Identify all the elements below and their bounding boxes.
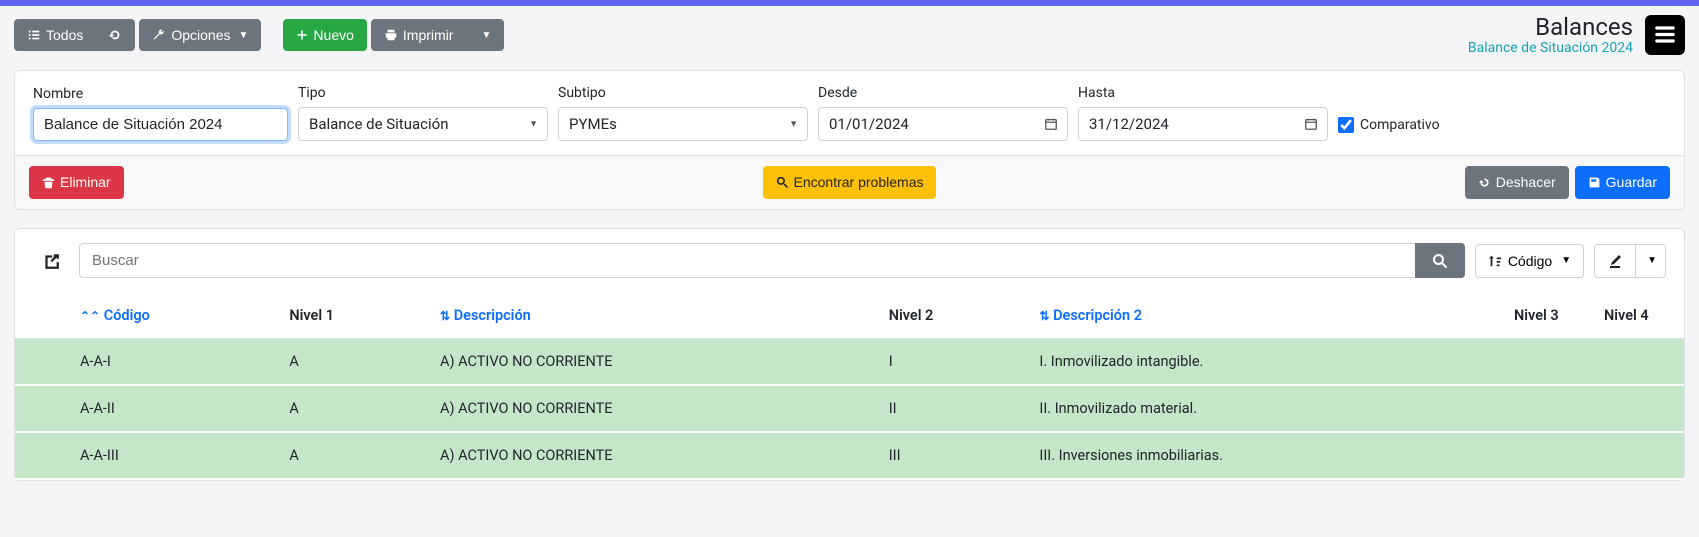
col-descripcion[interactable]: ⇅ Descripción — [430, 293, 879, 339]
opciones-button[interactable]: Opciones ▼ — [139, 19, 261, 51]
table-row[interactable]: A-A-I A A) ACTIVO NO CORRIENTE I I. Inmo… — [15, 338, 1684, 385]
sort-icon — [1488, 254, 1502, 268]
col-descripcion-label: Descripción — [454, 307, 531, 324]
chevron-down-icon: ▼ — [481, 29, 491, 42]
table-row[interactable]: A-A-III A A) ACTIVO NO CORRIENTE III III… — [15, 432, 1684, 479]
col-nivel4[interactable]: Nivel 4 — [1594, 293, 1684, 339]
desde-label: Desde — [818, 85, 1068, 101]
nombre-input[interactable] — [33, 108, 288, 141]
paint-icon — [1607, 253, 1623, 269]
undo-icon — [1478, 176, 1491, 189]
col-nivel3[interactable]: Nivel 3 — [1504, 293, 1594, 339]
cell-nivel2: II — [879, 385, 1030, 432]
refresh-icon — [108, 28, 122, 42]
save-icon — [1588, 176, 1601, 189]
imprimir-label: Imprimir — [403, 26, 454, 44]
cell-descripcion2: III. Inversiones inmobiliarias. — [1029, 432, 1504, 479]
cell-descripcion: A) ACTIVO NO CORRIENTE — [430, 338, 879, 385]
table-settings-button[interactable] — [1594, 244, 1636, 278]
eliminar-button[interactable]: Eliminar — [29, 166, 124, 198]
tipo-label: Tipo — [298, 85, 548, 101]
comparativo-checkbox[interactable] — [1338, 117, 1354, 133]
search-icon — [1432, 253, 1448, 269]
print-icon — [384, 28, 398, 42]
encontrar-problemas-button[interactable]: Encontrar problemas — [763, 166, 937, 198]
nuevo-button[interactable]: Nuevo — [283, 19, 366, 51]
sort-label: Código — [1508, 253, 1552, 269]
export-button[interactable] — [33, 243, 69, 279]
col-nivel2[interactable]: Nivel 2 — [879, 293, 1030, 339]
comparativo-label: Comparativo — [1360, 117, 1440, 133]
eliminar-label: Eliminar — [60, 173, 111, 191]
form-card: Nombre Tipo Balance de Situación Subtipo… — [14, 70, 1685, 209]
cell-codigo: A-A-I — [70, 338, 279, 385]
cell-nivel1: A — [279, 385, 430, 432]
wrench-icon — [152, 28, 166, 42]
plus-icon — [296, 29, 308, 41]
nombre-label: Nombre — [33, 86, 288, 102]
app-logo — [1645, 15, 1685, 55]
sort-button[interactable]: Código ▼ — [1475, 244, 1584, 278]
deshacer-button[interactable]: Deshacer — [1465, 166, 1569, 198]
sort-both-icon: ⇅ — [440, 309, 450, 323]
refresh-button[interactable] — [95, 19, 135, 51]
balance-icon — [1652, 22, 1678, 48]
export-icon — [42, 252, 60, 270]
tipo-select[interactable]: Balance de Situación — [298, 107, 548, 141]
hasta-label: Hasta — [1078, 85, 1328, 101]
search-icon — [776, 176, 789, 189]
data-table: ⌃⌃ Código Nivel 1 ⇅ Descripción Nivel 2 … — [15, 293, 1684, 480]
guardar-button[interactable]: Guardar — [1575, 166, 1670, 198]
chevron-down-icon: ▼ — [239, 29, 249, 42]
cell-codigo: A-A-III — [70, 432, 279, 479]
search-button[interactable] — [1415, 243, 1465, 278]
nuevo-label: Nuevo — [313, 26, 353, 44]
subtipo-label: Subtipo — [558, 85, 808, 101]
cell-descripcion2: I. Inmovilizado intangible. — [1029, 338, 1504, 385]
col-codigo[interactable]: ⌃⌃ Código — [70, 293, 279, 339]
cell-nivel1: A — [279, 338, 430, 385]
chevron-down-icon: ▼ — [1561, 255, 1571, 266]
todos-label: Todos — [46, 26, 83, 44]
list-icon — [27, 28, 41, 42]
main-toolbar: Todos Opciones ▼ Nuevo Imprimir ▼ Balanc… — [0, 6, 1699, 64]
subtipo-select[interactable]: PYMEs — [558, 107, 808, 141]
table-settings-dropdown[interactable]: ▼ — [1636, 244, 1666, 278]
chevron-down-icon: ▼ — [1647, 255, 1657, 266]
search-input[interactable] — [79, 243, 1415, 278]
sort-asc-icon: ⌃⌃ — [80, 309, 100, 323]
todos-button[interactable]: Todos — [14, 19, 96, 51]
trash-icon — [42, 176, 55, 189]
deshacer-label: Deshacer — [1496, 173, 1556, 191]
col-nivel1[interactable]: Nivel 1 — [279, 293, 430, 339]
cell-descripcion: A) ACTIVO NO CORRIENTE — [430, 432, 879, 479]
col-codigo-label: Código — [104, 307, 150, 324]
table-row[interactable]: A-A-II A A) ACTIVO NO CORRIENTE II II. I… — [15, 385, 1684, 432]
desde-input[interactable]: 01/01/2024 — [818, 107, 1068, 141]
guardar-label: Guardar — [1606, 173, 1657, 191]
table-card: Código ▼ ▼ ⌃⌃ Código Nivel 1 ⇅ D — [14, 228, 1685, 481]
imprimir-dropdown[interactable]: ▼ — [465, 19, 504, 51]
sort-both-icon: ⇅ — [1039, 309, 1049, 323]
calendar-icon — [1304, 117, 1318, 131]
encontrar-label: Encontrar problemas — [794, 173, 924, 191]
col-descripcion2[interactable]: ⇅ Descripción 2 — [1029, 293, 1504, 339]
page-header: Balances Balance de Situación 2024 — [1468, 14, 1685, 56]
calendar-icon — [1044, 117, 1058, 131]
cell-nivel2: III — [879, 432, 1030, 479]
hasta-input[interactable]: 31/12/2024 — [1078, 107, 1328, 141]
col-descripcion2-label: Descripción 2 — [1053, 307, 1142, 324]
cell-nivel2: I — [879, 338, 1030, 385]
cell-codigo: A-A-II — [70, 385, 279, 432]
page-subtitle: Balance de Situación 2024 — [1468, 40, 1633, 56]
imprimir-button[interactable]: Imprimir — [371, 19, 467, 51]
cell-descripcion: A) ACTIVO NO CORRIENTE — [430, 385, 879, 432]
opciones-label: Opciones — [171, 26, 230, 44]
cell-descripcion2: II. Inmovilizado material. — [1029, 385, 1504, 432]
page-title: Balances — [1468, 14, 1633, 40]
cell-nivel1: A — [279, 432, 430, 479]
